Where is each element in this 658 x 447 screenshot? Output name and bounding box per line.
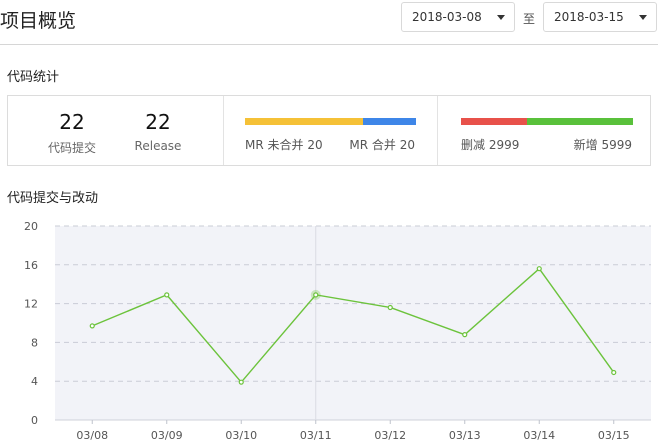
release-count-value: 22 [145, 110, 171, 134]
chevron-down-icon [639, 15, 647, 20]
chevron-down-icon [497, 15, 505, 20]
data-point [238, 379, 244, 385]
stats-divider [223, 96, 224, 165]
release-count-label: Release [134, 139, 182, 153]
page-title: 项目概览 [0, 10, 77, 32]
lines-deleted-value: 2999 [488, 138, 520, 152]
lines-added-value: 5999 [601, 138, 632, 152]
data-point [313, 292, 319, 298]
plot-area [55, 226, 651, 420]
stats-divider [437, 96, 438, 165]
mr-unmerged-value: 20 [307, 138, 323, 152]
start-date-value: 2018-03-08 [412, 10, 482, 24]
lines-deleted-label: 删减 [461, 138, 486, 152]
y-tick-label: 20 [24, 220, 38, 233]
code-stats-panel: 22 代码提交 22 Release MR 未合并 20 MR 合并 20 删减… [7, 95, 651, 166]
commits-line-chart: 0 4 8 12 16 20 03/08 03/09 03/10 03/11 03/12 03/13 0… [24, 220, 651, 442]
lines-added-bar [527, 118, 633, 125]
mr-unmerged-bar [245, 118, 363, 125]
mr-merged-stat: MR 合并 20 [349, 136, 415, 153]
y-tick-label: 12 [24, 298, 38, 311]
data-point [387, 304, 393, 311]
mr-merged-value: 20 [399, 138, 415, 152]
y-tick-label: 0 [31, 414, 38, 427]
x-tick-label: 03/11 [300, 429, 332, 442]
x-tick-label: 03/12 [374, 429, 406, 442]
x-tick-label: 03/09 [151, 429, 183, 442]
data-point [611, 369, 617, 376]
end-date-value: 2018-03-15 [554, 10, 624, 24]
data-point [89, 323, 95, 329]
lines-added-label: 新增 [573, 138, 598, 152]
x-tick-label: 03/13 [449, 429, 481, 442]
commit-count-label: 代码提交 [47, 141, 96, 155]
x-tick-label: 03/10 [225, 429, 257, 442]
data-point [462, 332, 468, 338]
x-tick-label: 03/14 [523, 429, 555, 442]
lines-added-stat: 新增 5999 [574, 136, 632, 153]
start-date-select[interactable]: 2018-03-08 [401, 2, 515, 32]
data-point [164, 292, 170, 298]
data-point [536, 266, 542, 272]
y-tick-label: 4 [31, 375, 38, 388]
mr-merged-label: MR 合并 [349, 138, 396, 152]
y-tick-label: 8 [31, 336, 38, 349]
mr-merged-bar [363, 118, 416, 125]
code-stats-title: 代码统计 [7, 70, 60, 85]
date-range-separator: 至 [523, 12, 536, 26]
lines-deleted-stat: 删减 2999 [461, 136, 519, 153]
y-tick-label: 16 [24, 259, 38, 272]
x-tick-label: 03/08 [76, 429, 108, 442]
x-tick-label: 03/15 [598, 429, 630, 442]
lines-deleted-bar [461, 118, 527, 125]
release-count-stat: 22 Release [118, 110, 198, 153]
header-divider [0, 44, 658, 45]
mr-unmerged-label: MR 未合并 [245, 138, 304, 152]
commits-changes-title: 代码提交与改动 [7, 191, 99, 206]
commit-count-stat: 22 代码提交 [32, 110, 112, 156]
commit-count-value: 22 [59, 110, 85, 134]
mr-unmerged-stat: MR 未合并 20 [245, 136, 323, 153]
end-date-select[interactable]: 2018-03-15 [543, 2, 657, 32]
